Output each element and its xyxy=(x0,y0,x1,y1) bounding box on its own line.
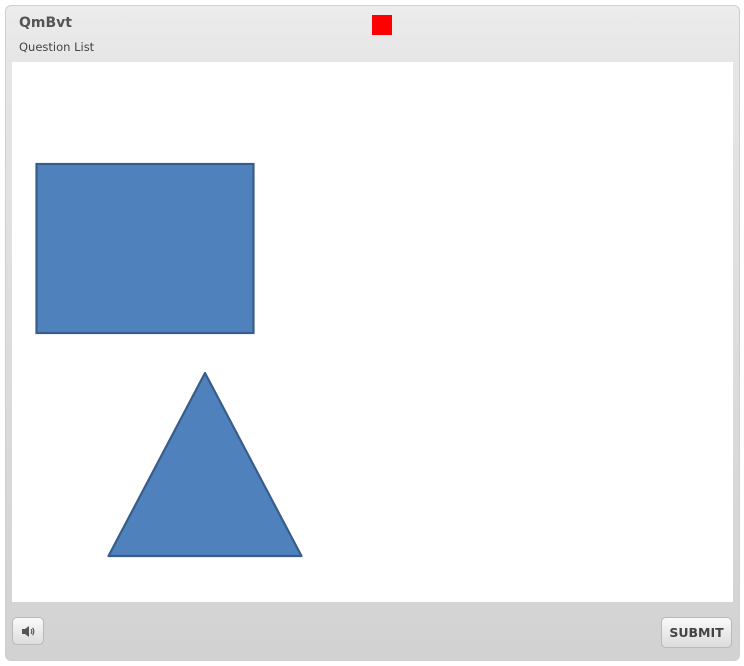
slide-stage xyxy=(12,62,733,602)
player-controls: SUBMIT xyxy=(6,602,739,660)
quiz-title: QmBvt xyxy=(19,15,72,31)
blue-triangle-shape[interactable] xyxy=(107,371,303,558)
speaker-icon xyxy=(22,625,35,637)
stage-canvas xyxy=(35,162,303,558)
question-list-link[interactable]: Question List xyxy=(19,40,94,54)
blue-rectangle-shape[interactable] xyxy=(35,162,255,335)
audio-button[interactable] xyxy=(12,617,44,645)
quiz-window: QmBvt Question List SUBMIT xyxy=(5,5,740,661)
submit-button[interactable]: SUBMIT xyxy=(661,617,732,648)
red-flag-marker xyxy=(372,15,392,35)
